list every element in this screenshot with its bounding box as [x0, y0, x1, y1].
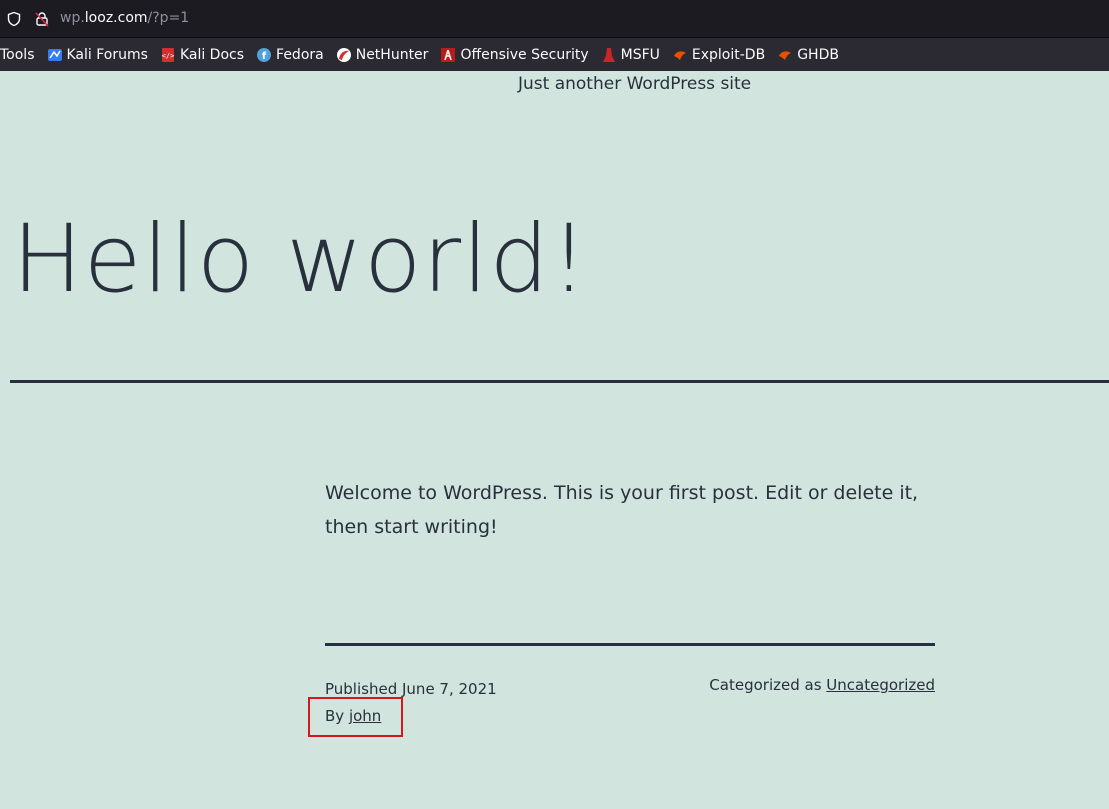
- svg-text:</>: </>: [162, 52, 175, 60]
- nethunter-icon: [336, 47, 351, 62]
- offsec-icon: [441, 47, 456, 62]
- fedora-icon: f: [257, 47, 272, 62]
- bookmark-label: GHDB: [797, 46, 839, 63]
- url-path: /?p=1: [147, 10, 190, 26]
- post-categories: Categorized as Uncategorized: [709, 676, 935, 694]
- bookmark-label: Kali Forums: [66, 46, 148, 63]
- bookmark-exploit-db[interactable]: Exploit-DB: [672, 47, 765, 63]
- categorized-label: Categorized as: [709, 676, 822, 694]
- bookmark-offensive-security[interactable]: Offensive Security: [440, 46, 589, 63]
- exploitdb-icon: [673, 50, 686, 60]
- bookmark-label: Exploit-DB: [691, 46, 766, 63]
- bookmark-label: NetHunter: [355, 46, 429, 63]
- title-divider: [10, 380, 1109, 383]
- bookmark-label: Kali Docs: [179, 46, 245, 63]
- bookmark-label: Fedora: [276, 46, 324, 63]
- url-host: looz.com: [84, 10, 148, 26]
- footer-divider: [325, 643, 935, 646]
- published-label: Published: [325, 680, 398, 698]
- post-content: Welcome to WordPress. This is your first…: [325, 482, 919, 538]
- insecure-lock-icon[interactable]: [34, 11, 50, 27]
- kali-docs-icon: </>: [162, 47, 175, 62]
- bookmark-msfu[interactable]: MSFU: [601, 47, 660, 63]
- url-bar[interactable]: wp.looz.com/?p=1: [0, 0, 1109, 38]
- bookmark-ghdb[interactable]: GHDB: [777, 47, 839, 63]
- post-title: Hello world!: [12, 205, 589, 314]
- kali-forums-icon: [47, 48, 62, 61]
- bookmark-kali-docs[interactable]: </> Kali Docs: [160, 47, 244, 63]
- svg-text:f: f: [262, 51, 267, 62]
- published-date: June 7, 2021: [402, 680, 497, 698]
- tracking-shield-icon[interactable]: [6, 11, 22, 27]
- bookmark-label: Tools: [0, 46, 35, 63]
- bookmark-label: MSFU: [620, 46, 660, 63]
- bookmarks-toolbar: Tools Kali Forums </> Kali Docs f Fedora…: [0, 38, 1109, 71]
- bookmark-fedora[interactable]: f Fedora: [256, 47, 324, 63]
- annotation-highlight-box: [308, 697, 403, 737]
- bookmark-kali-forums[interactable]: Kali Forums: [47, 47, 148, 63]
- bookmark-label: Offensive Security: [460, 46, 589, 63]
- url-prefix: wp.: [60, 10, 85, 26]
- bookmark-tools[interactable]: Tools: [0, 47, 35, 63]
- bookmark-nethunter[interactable]: NetHunter: [336, 46, 429, 63]
- url-text[interactable]: wp.looz.com/?p=1: [60, 10, 189, 26]
- msfu-icon: [602, 47, 615, 62]
- category-link[interactable]: Uncategorized: [826, 676, 935, 694]
- site-tagline: Just another WordPress site: [518, 74, 752, 94]
- ghdb-icon: [779, 50, 792, 60]
